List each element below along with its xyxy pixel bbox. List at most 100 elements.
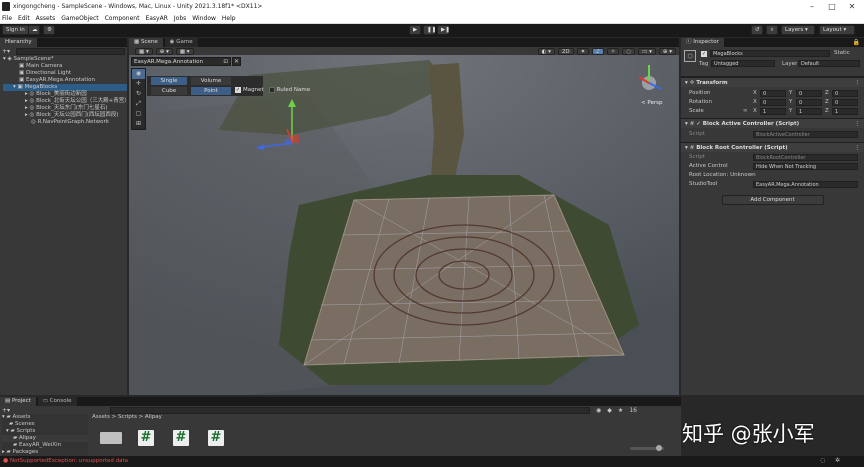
scale-tool-icon[interactable]: ⤢ (132, 99, 145, 109)
csharp-script-icon[interactable]: # (208, 430, 224, 446)
rotation-x[interactable]: 0 (760, 99, 786, 106)
menu-gameobject[interactable]: GameObject (61, 15, 98, 22)
transform-header[interactable]: ▾ ✥ Transform ⋮ (681, 77, 864, 87)
static-label[interactable]: Static (834, 50, 850, 56)
rotation-y[interactable]: 0 (796, 99, 822, 106)
menu-window[interactable]: Window (192, 15, 216, 22)
hierarchy-item[interactable]: ▸ ◎ Block_美丽街边新园 (3, 91, 127, 98)
scale-y[interactable]: 1 (796, 108, 822, 115)
hierarchy-search-input[interactable] (16, 48, 125, 55)
component-menu-icon[interactable]: ⋮ (855, 143, 861, 153)
lock-icon[interactable]: 🔒 (853, 39, 860, 46)
signin-button[interactable]: Sign in (2, 25, 29, 35)
hierarchy-item[interactable]: ▣ Directional Light (3, 70, 127, 77)
menu-help[interactable]: Help (222, 15, 236, 22)
csharp-script-icon[interactable]: # (173, 430, 189, 446)
close-icon[interactable]: ✕ (846, 1, 858, 12)
rotate-tool-icon[interactable]: ↻ (132, 89, 145, 99)
bug-icon[interactable]: ✲ (835, 457, 840, 464)
menu-assets[interactable]: Assets (36, 15, 56, 22)
menu-file[interactable]: File (2, 15, 12, 22)
transform-tool-icon[interactable]: ⊞ (132, 119, 145, 129)
shading-button[interactable]: ◐ ▾ (537, 47, 555, 55)
tree-item[interactable]: ▾ ▰ Assets (2, 414, 88, 421)
hierarchy-item[interactable]: ▣ EasyAR.Mega.Annotation (3, 77, 127, 84)
project-search-input[interactable] (110, 406, 591, 414)
tree-item[interactable]: ▸ ▰ Packages (2, 449, 88, 456)
grid-snap-button[interactable]: ▦ ▾ (175, 47, 194, 55)
block-root-header[interactable]: ▾ # Block Root Controller (Script) ⋮ (681, 142, 864, 152)
position-x[interactable]: 0 (760, 90, 786, 97)
scene-root[interactable]: ▾ ◈ SampleScene* (3, 56, 127, 63)
tree-item[interactable]: ▰ Scenes (2, 421, 88, 428)
add-asset-icon[interactable]: +▾ (2, 407, 10, 414)
tree-item[interactable]: ▰ EasyAR_WeiXin (2, 442, 88, 449)
project-breadcrumb[interactable]: Assets > Scripts > Alipay (92, 414, 162, 420)
star-icon[interactable]: ★ (618, 407, 623, 414)
camera-icon[interactable]: ▭ ▾ (638, 47, 656, 55)
studio-tool-field[interactable]: EasyAR.Mega.Annotation (753, 181, 858, 188)
component-menu-icon[interactable]: ⋮ (855, 119, 861, 129)
add-icon[interactable]: +▾ (2, 48, 12, 55)
single-button[interactable]: Single (151, 77, 187, 85)
draw-mode-dropdown[interactable]: ▦ ▾ (135, 47, 153, 55)
status-error-text[interactable]: NotSupportedException: unsupported data (10, 458, 128, 464)
layers-dropdown[interactable]: Layers ▾ (781, 25, 815, 35)
annotation-close-icon[interactable]: ✕ (232, 57, 241, 66)
cloud-icon[interactable]: ☁ (28, 25, 40, 35)
menu-component[interactable]: Component (105, 15, 140, 22)
audio-icon[interactable]: ♪ (592, 47, 604, 55)
csharp-script-icon[interactable]: # (138, 430, 154, 446)
cube-button[interactable]: Cube (151, 87, 187, 95)
menu-edit[interactable]: Edit (18, 15, 30, 22)
add-component-button[interactable]: Add Component (721, 195, 824, 205)
hierarchy-item[interactable]: ▸ ◎ Block_北街天坛公园（三大殿+青宫） (3, 98, 130, 105)
menu-easyar[interactable]: EasyAR (145, 15, 167, 22)
position-y[interactable]: 0 (796, 90, 822, 97)
persp-label[interactable]: < Persp (641, 100, 662, 106)
step-icon[interactable]: ▶❚ (437, 25, 450, 35)
layer-dropdown[interactable]: Default (798, 60, 860, 67)
search-icon[interactable]: ⌕ (766, 25, 778, 35)
hierarchy-item-selected[interactable]: ▾ ▣ MegaBlocks (3, 84, 127, 91)
rect-tool-icon[interactable]: ▢ (132, 109, 145, 119)
tree-item-selected[interactable]: ▰ Alipay (2, 435, 88, 442)
volume-button[interactable]: Volume (191, 77, 231, 85)
rotation-z[interactable]: 0 (832, 99, 858, 106)
view-tool-icon[interactable]: ◉ (132, 69, 145, 79)
magnet-checkbox[interactable]: ✓ (235, 87, 241, 93)
active-checkbox[interactable]: ✓ (701, 51, 707, 57)
move-tool-icon[interactable]: ✛ (132, 79, 145, 89)
scene-viewport[interactable]: < Persp ◉ ✛ ↻ ⤢ ▢ ⊞ EasyAR.Mega.Annotati… (129, 55, 679, 395)
play-icon[interactable]: ▶ (409, 25, 421, 35)
filter-icon[interactable]: ◉ (596, 407, 601, 414)
point-button[interactable]: Point (191, 87, 231, 95)
component-menu-icon[interactable]: ⋮ (855, 78, 861, 88)
tag-dropdown[interactable]: Untagged (711, 60, 775, 67)
ruled-checkbox[interactable] (268, 87, 275, 93)
history-icon[interactable]: ↺ (751, 25, 763, 35)
tool-handle-button[interactable]: ⊕ ▾ (155, 47, 173, 55)
object-name-field[interactable]: MegaBlocks (710, 50, 830, 57)
pause-icon[interactable]: ❚❚ (423, 25, 436, 35)
annotation-overlay-title[interactable]: EasyAR.Mega.Annotation ⊡ (131, 57, 231, 66)
scale-x[interactable]: 1 (760, 108, 786, 115)
slider-thumb[interactable] (656, 445, 662, 451)
scale-z[interactable]: 1 (832, 108, 858, 115)
label-icon[interactable]: ◆ (607, 407, 612, 414)
effects-icon[interactable]: ✧ (606, 47, 620, 55)
tab-scene[interactable]: ▦ Scene (129, 38, 163, 47)
layout-dropdown[interactable]: Layout ▾ (819, 25, 855, 35)
hierarchy-item[interactable]: ◎ R.NavPointGraph.Network (3, 119, 127, 126)
collab-icon[interactable]: ⚙ (43, 25, 55, 35)
tab-inspector[interactable]: ⓘ Inspector (681, 38, 724, 47)
hierarchy-item[interactable]: ▸ ◎ Block_天坛东门(东门七星石) (3, 105, 127, 112)
icon-size-slider[interactable] (630, 445, 664, 451)
menu-jobs[interactable]: Jobs (174, 15, 186, 22)
tab-game[interactable]: ◉ Game (164, 38, 198, 47)
2d-toggle[interactable]: 2D (557, 47, 574, 55)
tab-project[interactable]: ▤ Project (0, 397, 36, 406)
lighting-icon[interactable]: ✦ (576, 47, 590, 55)
minimize-icon[interactable]: – (806, 1, 818, 12)
pin-icon[interactable]: ⊡ (223, 58, 228, 66)
